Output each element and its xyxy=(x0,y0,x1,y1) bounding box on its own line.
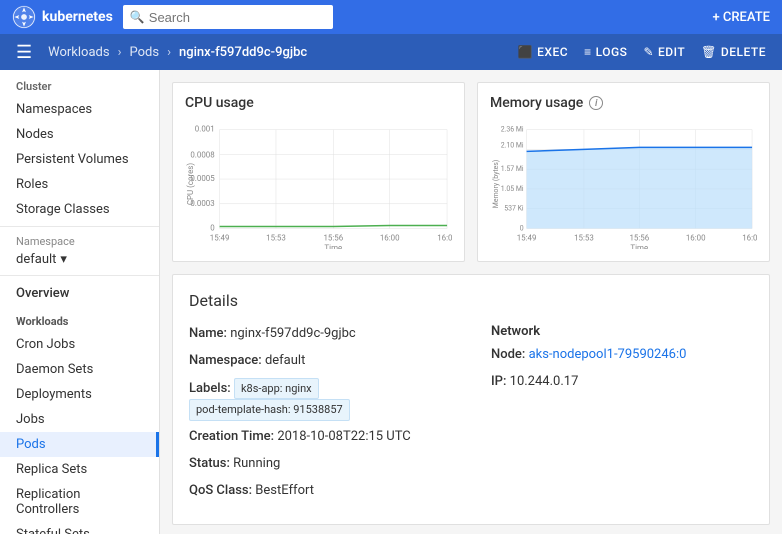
cpu-chart-area: 0.001 0.0008 0.0005 0.0003 0 xyxy=(185,119,452,249)
svg-text:16:03: 16:03 xyxy=(742,233,757,242)
svg-text:0.0008: 0.0008 xyxy=(190,150,215,159)
detail-namespace: Namespace: default xyxy=(189,351,451,372)
svg-text:0: 0 xyxy=(210,223,214,232)
cpu-chart-title: CPU usage xyxy=(185,95,452,111)
delete-icon: 🗑 xyxy=(701,45,717,59)
edit-icon: ✎ xyxy=(643,45,654,59)
svg-text:0.001: 0.001 xyxy=(195,125,215,134)
cpu-chart-svg: 0.001 0.0008 0.0005 0.0003 0 xyxy=(185,119,452,249)
detail-ip: IP: 10.244.0.17 xyxy=(491,372,753,393)
top-nav: kubernetes 🔍 + CREATE xyxy=(0,0,782,34)
delete-button[interactable]: 🗑 DELETE xyxy=(701,45,766,59)
sidebar-item-roles[interactable]: Roles xyxy=(0,172,159,197)
exec-icon: ⬛ xyxy=(518,45,533,59)
sidebar-item-daemon-sets[interactable]: Daemon Sets xyxy=(0,357,159,382)
details-grid: Name: nginx-f597dd9c-9gjbc Namespace: de… xyxy=(189,324,753,508)
svg-text:Time: Time xyxy=(630,243,648,249)
svg-text:1.05 Mi: 1.05 Mi xyxy=(501,185,524,193)
create-button[interactable]: + CREATE xyxy=(712,10,770,25)
breadcrumb-actions: ⬛ EXEC ≡ LOGS ✎ EDIT 🗑 DELETE xyxy=(518,45,766,59)
search-wrapper: 🔍 xyxy=(123,5,503,29)
breadcrumb-current: nginx-f597dd9c-9gjbc xyxy=(179,45,307,60)
sidebar-item-nodes[interactable]: Nodes xyxy=(0,122,159,147)
svg-text:15:56: 15:56 xyxy=(629,233,649,242)
namespace-section: Namespace default ▾ xyxy=(0,226,159,276)
sidebar-item-deployments[interactable]: Deployments xyxy=(0,382,159,407)
exec-button[interactable]: ⬛ EXEC xyxy=(518,45,568,59)
svg-text:15:49: 15:49 xyxy=(517,233,537,242)
svg-text:15:53: 15:53 xyxy=(574,233,594,242)
logs-button[interactable]: ≡ LOGS xyxy=(584,45,627,59)
svg-text:15:56: 15:56 xyxy=(323,233,343,242)
breadcrumb-workloads[interactable]: Workloads xyxy=(48,45,109,60)
chevron-down-icon: ▾ xyxy=(60,252,67,267)
svg-text:16:00: 16:00 xyxy=(380,233,400,242)
sidebar: Cluster Namespaces Nodes Persistent Volu… xyxy=(0,70,160,534)
details-title: Details xyxy=(189,291,753,310)
memory-chart-title: Memory usage i xyxy=(490,95,757,111)
svg-text:15:49: 15:49 xyxy=(210,233,230,242)
sidebar-item-overview[interactable]: Overview xyxy=(0,280,159,307)
memory-chart-area: 2.36 Mi 2.10 Mi 1.57 Mi 1.05 Mi 537 Ki 0 xyxy=(490,119,757,249)
detail-labels: Labels: k8s-app: nginx pod-template-hash… xyxy=(189,378,451,422)
details-card: Details Name: nginx-f597dd9c-9gjbc Names… xyxy=(172,274,770,525)
kubernetes-logo-icon xyxy=(12,5,36,29)
namespace-select[interactable]: default ▾ xyxy=(16,252,143,267)
sidebar-item-jobs[interactable]: Jobs xyxy=(0,407,159,432)
breadcrumb-pods[interactable]: Pods xyxy=(129,45,159,60)
svg-text:16:03: 16:03 xyxy=(437,233,452,242)
svg-text:0: 0 xyxy=(520,224,524,232)
svg-text:2.36 Mi: 2.36 Mi xyxy=(501,126,524,134)
memory-chart-card: Memory usage i 2.36 Mi 2.10 Mi 1.57 Mi 1… xyxy=(477,82,770,262)
label-badge-0: k8s-app: nginx xyxy=(234,378,319,400)
details-right: Network Node: aks-nodepool1-79590246:0 I… xyxy=(491,324,753,508)
svg-text:15:53: 15:53 xyxy=(266,233,286,242)
workloads-section-title: Workloads xyxy=(0,307,159,332)
sidebar-item-storage-classes[interactable]: Storage Classes xyxy=(0,197,159,222)
detail-qos: QoS Class: BestEffort xyxy=(189,481,451,502)
edit-button[interactable]: ✎ EDIT xyxy=(643,45,685,59)
sidebar-item-namespaces[interactable]: Namespaces xyxy=(0,97,159,122)
label-badge-1: pod-template-hash: 91538857 xyxy=(189,399,350,421)
svg-text:1.57 Mi: 1.57 Mi xyxy=(501,165,524,173)
main-content: CPU usage 0.001 0.0008 0.0005 0.0003 0 xyxy=(160,70,782,534)
sidebar-item-persistent-volumes[interactable]: Persistent Volumes xyxy=(0,147,159,172)
svg-text:537 Ki: 537 Ki xyxy=(504,205,524,213)
menu-icon[interactable]: ☰ xyxy=(16,42,32,63)
svg-text:Memory (bytes): Memory (bytes) xyxy=(492,160,500,208)
namespace-label: Namespace xyxy=(16,235,143,248)
search-icon: 🔍 xyxy=(130,10,145,24)
charts-row: CPU usage 0.001 0.0008 0.0005 0.0003 0 xyxy=(172,82,770,262)
logo-text: kubernetes xyxy=(42,9,113,25)
details-left: Name: nginx-f597dd9c-9gjbc Namespace: de… xyxy=(189,324,451,508)
kubernetes-logo: kubernetes xyxy=(12,5,113,29)
info-icon: i xyxy=(589,96,603,110)
logs-icon: ≡ xyxy=(584,45,592,59)
svg-text:16:00: 16:00 xyxy=(686,233,706,242)
network-title: Network xyxy=(491,324,753,339)
detail-status: Status: Running xyxy=(189,454,451,475)
sidebar-item-stateful-sets[interactable]: Stateful Sets xyxy=(0,522,159,534)
search-input[interactable] xyxy=(123,5,333,29)
sidebar-item-pods[interactable]: Pods xyxy=(0,432,159,457)
breadcrumb-bar: ☰ Workloads › Pods › nginx-f597dd9c-9gjb… xyxy=(0,34,782,70)
cpu-chart-card: CPU usage 0.001 0.0008 0.0005 0.0003 0 xyxy=(172,82,465,262)
detail-node: Node: aks-nodepool1-79590246:0 xyxy=(491,345,753,366)
sidebar-item-cron-jobs[interactable]: Cron Jobs xyxy=(0,332,159,357)
main-layout: Cluster Namespaces Nodes Persistent Volu… xyxy=(0,70,782,534)
sidebar-item-replica-sets[interactable]: Replica Sets xyxy=(0,457,159,482)
cluster-section-title: Cluster xyxy=(0,70,159,97)
memory-chart-svg: 2.36 Mi 2.10 Mi 1.57 Mi 1.05 Mi 537 Ki 0 xyxy=(490,119,757,249)
breadcrumb-sep-1: › xyxy=(118,45,122,60)
detail-creation: Creation Time: 2018-10-08T22:15 UTC xyxy=(189,427,451,448)
sidebar-item-replication-controllers[interactable]: Replication Controllers xyxy=(0,482,159,522)
detail-name: Name: nginx-f597dd9c-9gjbc xyxy=(189,324,451,345)
breadcrumb-sep-2: › xyxy=(167,45,171,60)
svg-text:CPU (cores): CPU (cores) xyxy=(186,163,195,205)
namespace-value: default xyxy=(16,252,56,267)
svg-text:2.10 Mi: 2.10 Mi xyxy=(501,141,524,149)
svg-text:Time: Time xyxy=(324,243,342,249)
node-link[interactable]: aks-nodepool1-79590246:0 xyxy=(529,347,687,362)
